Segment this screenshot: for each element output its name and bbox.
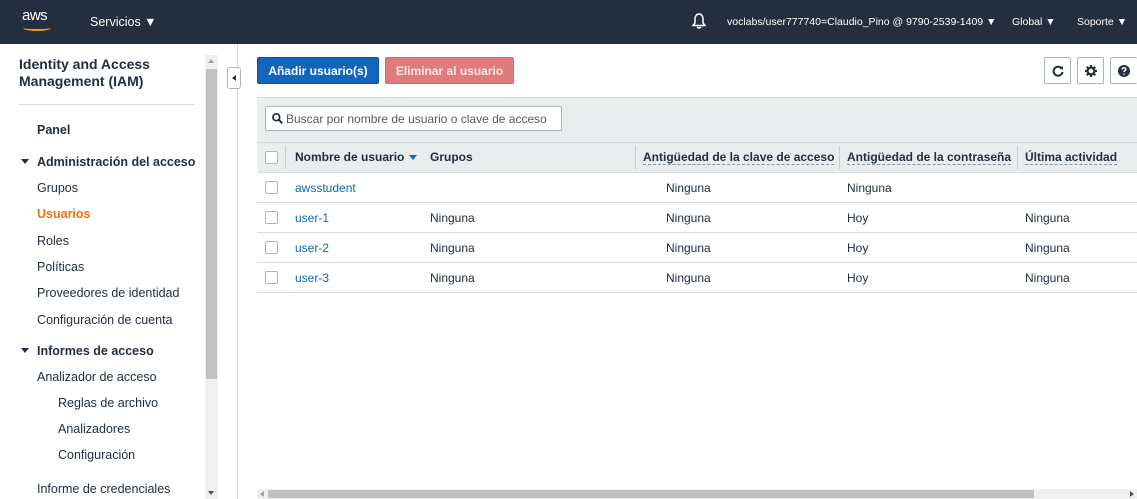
sidebar-title: Identity and Access Management (IAM) xyxy=(19,56,150,89)
groups-cell: Ninguna xyxy=(430,211,475,225)
table-row[interactable]: awsstudent Ninguna Ninguna xyxy=(257,173,1137,203)
aws-logo-text: aws xyxy=(22,7,48,24)
sidebar-item-roles[interactable]: Roles xyxy=(37,234,69,248)
sidebar-section-access-label: Administración del acceso xyxy=(37,155,196,169)
sidebar-divider-line xyxy=(237,44,238,499)
scroll-down-arrow-icon[interactable] xyxy=(208,491,214,495)
help-button[interactable] xyxy=(1110,57,1137,84)
horizontal-scrollbar[interactable] xyxy=(257,489,1137,499)
collapse-sidebar-button[interactable] xyxy=(227,67,241,89)
sidebar-item-credential-report[interactable]: Informe de credenciales xyxy=(37,482,170,496)
username-link[interactable]: user-3 xyxy=(295,263,329,293)
sidebar-item-configuration[interactable]: Configuración xyxy=(58,448,135,462)
sidebar: Identity and Access Management (IAM) Pan… xyxy=(0,44,205,499)
sidebar-item-groups[interactable]: Grupos xyxy=(37,181,78,195)
column-separator xyxy=(1017,146,1018,169)
support-menu[interactable]: Soporte ▼ xyxy=(1077,16,1127,28)
last-activity-cell: Ninguna xyxy=(1025,241,1070,255)
username-link[interactable]: user-1 xyxy=(295,203,329,233)
table-row[interactable]: user-1 Ninguna Ninguna Hoy Ninguna xyxy=(257,203,1137,233)
column-separator xyxy=(635,146,636,169)
services-menu[interactable]: Servicios ▼ xyxy=(90,15,157,29)
help-icon xyxy=(1118,65,1130,77)
sort-descending-icon xyxy=(409,155,418,161)
notification-bell-icon[interactable] xyxy=(691,13,707,29)
caret-down-icon xyxy=(21,159,29,165)
sidebar-section-access[interactable]: Administración del acceso xyxy=(21,155,195,169)
sidebar-item-panel[interactable]: Panel xyxy=(37,123,70,137)
sidebar-section-reports-label: Informes de acceso xyxy=(37,344,154,358)
last-activity-cell: Ninguna xyxy=(1025,271,1070,285)
sidebar-item-account-settings[interactable]: Configuración de cuenta xyxy=(37,313,173,327)
sidebar-item-users[interactable]: Usuarios xyxy=(37,207,91,221)
scroll-right-arrow-icon[interactable] xyxy=(1130,491,1134,497)
sidebar-item-identity-providers[interactable]: Proveedores de identidad xyxy=(37,286,179,300)
column-header-username-label: Nombre de usuario xyxy=(295,150,405,164)
refresh-icon xyxy=(1052,65,1064,77)
search-icon xyxy=(272,113,283,124)
caret-left-icon xyxy=(232,75,236,81)
sidebar-divider xyxy=(19,104,195,105)
username-link[interactable]: user-2 xyxy=(295,233,329,263)
column-header-access-key-age[interactable]: Antigüedad de la clave de acceso xyxy=(643,143,835,172)
column-header-password-age[interactable]: Antigüedad de la contraseña xyxy=(847,143,1012,172)
row-checkbox[interactable] xyxy=(265,271,278,284)
table-row[interactable]: user-3 Ninguna Ninguna Hoy Ninguna xyxy=(257,263,1137,293)
column-header-access-key-age-label: Antigüedad de la clave de acceso xyxy=(643,150,835,165)
sidebar-item-access-analyzer[interactable]: Analizador de acceso xyxy=(37,370,157,384)
sidebar-item-policies[interactable]: Políticas xyxy=(37,260,84,274)
password-age-cell: Ninguna xyxy=(847,181,892,195)
row-checkbox[interactable] xyxy=(265,181,278,194)
groups-cell: Ninguna xyxy=(430,271,475,285)
row-checkbox[interactable] xyxy=(265,211,278,224)
password-age-cell: Hoy xyxy=(847,211,869,225)
caret-down-icon xyxy=(21,348,29,354)
sidebar-scrollbar[interactable] xyxy=(205,55,218,499)
column-separator xyxy=(839,146,840,169)
column-header-last-activity[interactable]: Última actividad xyxy=(1025,143,1118,172)
scroll-up-arrow-icon[interactable] xyxy=(208,59,214,63)
column-header-last-activity-label: Última actividad xyxy=(1025,150,1118,165)
groups-cell: Ninguna xyxy=(430,241,475,255)
search-input[interactable] xyxy=(286,109,556,128)
search-box[interactable] xyxy=(265,106,562,131)
account-menu[interactable]: voclabs/user777740=Claudio_Pino @ 9790-2… xyxy=(727,16,996,28)
sidebar-section-reports[interactable]: Informes de acceso xyxy=(21,344,154,358)
gear-icon xyxy=(1085,65,1097,77)
column-separator xyxy=(285,146,286,169)
aws-logo[interactable]: aws xyxy=(22,8,54,36)
table-filter-bar xyxy=(257,97,1137,142)
column-header-groups[interactable]: Grupos xyxy=(430,143,473,172)
horizontal-scroll-thumb[interactable] xyxy=(268,490,1034,498)
access-key-age-cell: Ninguna xyxy=(666,181,711,195)
access-key-age-cell: Ninguna xyxy=(666,211,711,225)
password-age-cell: Hoy xyxy=(847,241,869,255)
users-table: Nombre de usuario Grupos Antigüedad de l… xyxy=(257,97,1137,499)
scroll-left-arrow-icon[interactable] xyxy=(260,491,264,497)
column-header-username[interactable]: Nombre de usuario xyxy=(295,143,418,172)
sidebar-scroll-thumb[interactable] xyxy=(206,69,217,379)
username-link[interactable]: awsstudent xyxy=(295,173,356,203)
select-all-checkbox[interactable] xyxy=(265,151,278,164)
column-header-password-age-label: Antigüedad de la contraseña xyxy=(847,150,1012,165)
access-key-age-cell: Ninguna xyxy=(666,271,711,285)
settings-button[interactable] xyxy=(1077,57,1104,84)
password-age-cell: Hoy xyxy=(847,271,869,285)
region-menu[interactable]: Global ▼ xyxy=(1012,16,1056,28)
sidebar-item-archive-rules[interactable]: Reglas de archivo xyxy=(58,396,158,410)
table-header: Nombre de usuario Grupos Antigüedad de l… xyxy=(257,142,1137,173)
refresh-button[interactable] xyxy=(1044,57,1071,84)
table-row[interactable]: user-2 Ninguna Ninguna Hoy Ninguna xyxy=(257,233,1137,263)
top-navigation-bar: aws Servicios ▼ voclabs/user777740=Claud… xyxy=(0,0,1137,44)
sidebar-item-analyzers[interactable]: Analizadores xyxy=(58,422,130,436)
row-checkbox[interactable] xyxy=(265,241,278,254)
last-activity-cell: Ninguna xyxy=(1025,211,1070,225)
add-user-button[interactable]: Añadir usuario(s) xyxy=(257,57,379,84)
access-key-age-cell: Ninguna xyxy=(666,241,711,255)
delete-user-button[interactable]: Eliminar al usuario xyxy=(385,57,514,84)
aws-smile-icon xyxy=(23,25,51,31)
